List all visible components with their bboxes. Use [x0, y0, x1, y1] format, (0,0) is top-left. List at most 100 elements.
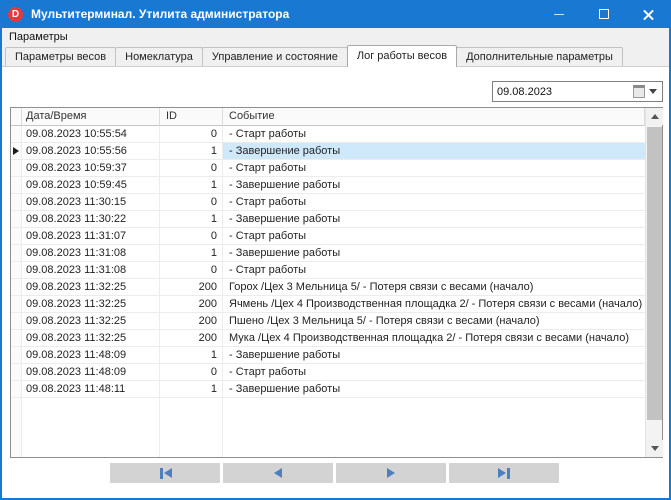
- scroll-down-icon: [651, 446, 659, 451]
- table-row[interactable]: 09.08.2023 11:32:25 200 Мука /Цех 4 Прои…: [11, 330, 645, 347]
- menu-item-parameters[interactable]: Параметры: [2, 28, 75, 45]
- table-header-row: Дата/Время ID Событие: [11, 108, 645, 126]
- cell-id: 0: [160, 126, 223, 143]
- table-row[interactable]: 09.08.2023 11:31:08 1 - Завершение работ…: [11, 245, 645, 262]
- scrollbar-thumb[interactable]: [647, 127, 662, 420]
- tab-bar: Параметры весов Номеклатура Управление и…: [2, 45, 669, 67]
- prior-record-icon: [274, 468, 282, 478]
- dropdown-arrow-icon: [649, 89, 657, 94]
- row-indicator-cell: [11, 279, 22, 296]
- close-icon: [642, 8, 655, 21]
- cell-datetime: 09.08.2023 11:32:25: [22, 296, 160, 313]
- cell-event: - Завершение работы: [223, 211, 645, 228]
- cell-datetime: 09.08.2023 11:48:11: [22, 381, 160, 398]
- log-table: Дата/Время ID Событие 09.08.2023 10:55:5…: [10, 107, 663, 458]
- cell-datetime: 09.08.2023 11:30:15: [22, 194, 160, 211]
- row-indicator-cell: [11, 143, 22, 160]
- minimize-button[interactable]: [536, 0, 581, 28]
- table-row[interactable]: 09.08.2023 11:30:22 1 - Завершение работ…: [11, 211, 645, 228]
- cell-id: 0: [160, 228, 223, 245]
- table-row[interactable]: 09.08.2023 10:59:37 0 - Старт работы: [11, 160, 645, 177]
- cell-event: Ячмень /Цех 4 Производственная площадка …: [223, 296, 645, 313]
- table-row[interactable]: 09.08.2023 11:31:08 0 - Старт работы: [11, 262, 645, 279]
- prior-record-button[interactable]: [223, 463, 333, 483]
- app-window: D Мультитерминал. Утилита администратора…: [0, 0, 671, 500]
- scroll-up-button[interactable]: [646, 108, 663, 125]
- cell-datetime: 09.08.2023 10:55:54: [22, 126, 160, 143]
- cell-event: - Старт работы: [223, 364, 645, 381]
- row-indicator-cell: [11, 126, 22, 143]
- cell-event: - Старт работы: [223, 126, 645, 143]
- date-picker[interactable]: 09.08.2023: [492, 81, 663, 102]
- cell-event: Мука /Цех 4 Производственная площадка 2/…: [223, 330, 645, 347]
- table-row[interactable]: 09.08.2023 10:55:54 0 - Старт работы: [11, 126, 645, 143]
- cell-datetime: 09.08.2023 11:48:09: [22, 364, 160, 381]
- cell-event: - Завершение работы: [223, 347, 645, 364]
- grid-filler-row: [11, 398, 645, 457]
- tab-additional-params[interactable]: Дополнительные параметры: [456, 47, 623, 66]
- app-icon: D: [8, 7, 23, 22]
- window-title: Мультитерминал. Утилита администратора: [31, 7, 289, 21]
- cell-id: 1: [160, 211, 223, 228]
- row-indicator-cell: [11, 364, 22, 381]
- header-event[interactable]: Событие: [223, 108, 645, 126]
- cell-event: - Старт работы: [223, 194, 645, 211]
- window-border-left: [0, 28, 2, 500]
- tab-scale-params[interactable]: Параметры весов: [5, 47, 116, 66]
- header-id[interactable]: ID: [160, 108, 223, 126]
- next-record-icon: [387, 468, 395, 478]
- vertical-scrollbar[interactable]: [645, 108, 662, 457]
- table-row[interactable]: 09.08.2023 11:30:15 0 - Старт работы: [11, 194, 645, 211]
- maximize-button[interactable]: [581, 0, 626, 28]
- cell-datetime: 09.08.2023 11:31:08: [22, 245, 160, 262]
- table-row[interactable]: 09.08.2023 11:32:25 200 Пшено /Цех 3 Мел…: [11, 313, 645, 330]
- cell-id: 0: [160, 262, 223, 279]
- cell-event: - Старт работы: [223, 228, 645, 245]
- current-row-marker-icon: [13, 147, 19, 155]
- table-row[interactable]: 09.08.2023 11:48:09 0 - Старт работы: [11, 364, 645, 381]
- last-record-button[interactable]: [449, 463, 559, 483]
- table-row[interactable]: 09.08.2023 11:48:09 1 - Завершение работ…: [11, 347, 645, 364]
- tab-scale-log[interactable]: Лог работы весов: [347, 45, 457, 67]
- cell-datetime: 09.08.2023 10:55:56: [22, 143, 160, 160]
- cell-datetime: 09.08.2023 10:59:45: [22, 177, 160, 194]
- cell-id: 1: [160, 143, 223, 160]
- table-row[interactable]: 09.08.2023 11:32:25 200 Ячмень /Цех 4 Пр…: [11, 296, 645, 313]
- cell-id: 1: [160, 347, 223, 364]
- cell-datetime: 09.08.2023 10:59:37: [22, 160, 160, 177]
- cell-id: 1: [160, 245, 223, 262]
- date-picker-value: 09.08.2023: [493, 86, 633, 98]
- table-row[interactable]: 09.08.2023 11:32:25 200 Горох /Цех 3 Мел…: [11, 279, 645, 296]
- menu-bar: Параметры: [2, 28, 669, 45]
- calendar-icon: [633, 85, 645, 98]
- next-record-button[interactable]: [336, 463, 446, 483]
- row-indicator-cell: [11, 313, 22, 330]
- cell-event: - Завершение работы: [223, 381, 645, 398]
- tab-nomenclature[interactable]: Номеклатура: [115, 47, 203, 66]
- row-indicator-cell: [11, 330, 22, 347]
- cell-datetime: 09.08.2023 11:32:25: [22, 279, 160, 296]
- title-bar: D Мультитерминал. Утилита администратора: [0, 0, 671, 28]
- table-row[interactable]: 09.08.2023 11:31:07 0 - Старт работы: [11, 228, 645, 245]
- cell-id: 1: [160, 177, 223, 194]
- row-indicator-cell: [11, 245, 22, 262]
- cell-event: - Завершение работы: [223, 143, 645, 160]
- tab-control-state[interactable]: Управление и состояние: [202, 47, 348, 66]
- row-indicator-cell: [11, 177, 22, 194]
- scroll-down-button[interactable]: [646, 440, 663, 457]
- row-indicator-cell: [11, 228, 22, 245]
- cell-id: 200: [160, 330, 223, 347]
- first-record-button[interactable]: [110, 463, 220, 483]
- header-datetime[interactable]: Дата/Время: [22, 108, 160, 126]
- close-button[interactable]: [626, 0, 671, 28]
- scroll-up-icon: [651, 114, 659, 119]
- table-row[interactable]: 09.08.2023 10:59:45 1 - Завершение работ…: [11, 177, 645, 194]
- cell-event: - Завершение работы: [223, 177, 645, 194]
- table-row[interactable]: 09.08.2023 11:48:11 1 - Завершение работ…: [11, 381, 645, 398]
- cell-id: 1: [160, 381, 223, 398]
- cell-id: 200: [160, 296, 223, 313]
- cell-datetime: 09.08.2023 11:30:22: [22, 211, 160, 228]
- table-row[interactable]: 09.08.2023 10:55:56 1 - Завершение работ…: [11, 143, 645, 160]
- window-controls: [536, 0, 671, 28]
- tab-page-log: 09.08.2023 Дата/Время ID Событие 09.08.2…: [2, 67, 669, 498]
